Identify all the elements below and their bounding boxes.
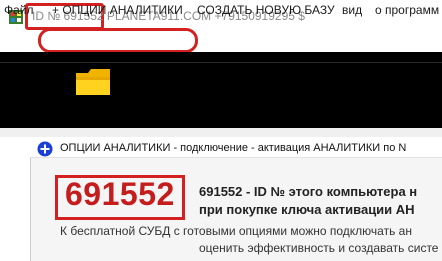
- dialog-text-line-2: при покупке ключа активации АН: [199, 202, 415, 217]
- computer-id-value: 691552: [65, 176, 175, 212]
- menu-create-new-db[interactable]: СОЗДАТЬ НОВУЮ БАЗУ: [197, 3, 335, 17]
- toolbar-divider: [0, 62, 442, 63]
- menu-about[interactable]: о программ: [375, 3, 439, 17]
- dialog-title: ОПЦИИ АНАЛИТИКИ - подключение - активаци…: [60, 142, 407, 154]
- folder-icon[interactable]: [75, 68, 111, 96]
- workspace-gap: [0, 128, 442, 137]
- toolbar: [0, 52, 442, 128]
- menu-view[interactable]: вид: [342, 3, 362, 17]
- menu-highlight-box: [38, 28, 198, 53]
- dialog-text-line-3: К бесплатной СУБД с готовыми опциями мож…: [60, 224, 412, 238]
- dialog-text-line-4: оценить эффективность и создавать систе: [199, 241, 439, 255]
- menu-file[interactable]: Файл: [4, 3, 34, 17]
- dialog-text-line-1: 691552 - ID № этого компьютера н: [199, 184, 418, 199]
- menu-analytics-options[interactable]: + ОПЦИИ АНАЛИТИКИ: [52, 3, 183, 17]
- plus-circle-icon: [37, 141, 53, 157]
